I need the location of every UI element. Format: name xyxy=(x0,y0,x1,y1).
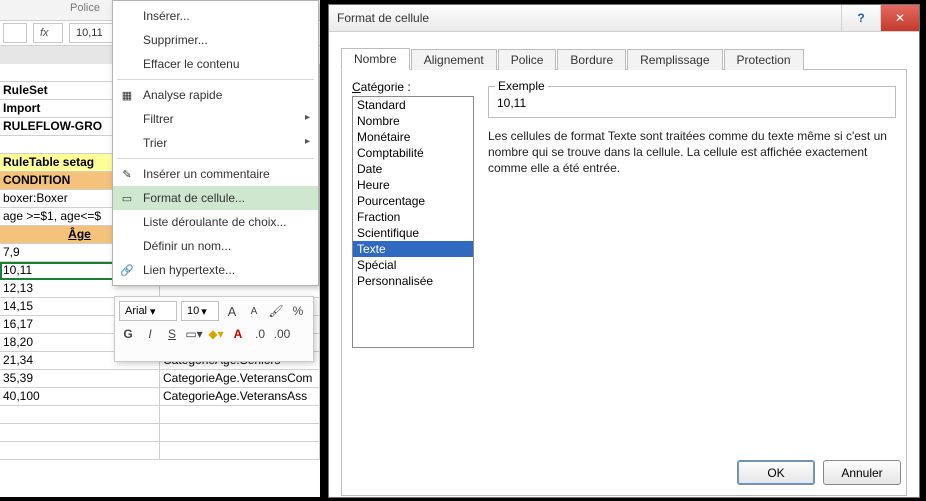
tab-nombre[interactable]: Nombre xyxy=(341,48,410,70)
border-button[interactable]: ▭▾ xyxy=(185,325,203,343)
menu-label: Analyse rapide xyxy=(143,88,222,102)
grow-font-icon[interactable]: A xyxy=(223,302,241,320)
row-40-100: 40,100CategorieAge.VeteransAss xyxy=(0,388,320,406)
menu-item[interactable]: Liste déroulante de choix... xyxy=(113,210,318,234)
menu-item[interactable]: 🔗 Lien hypertexte... xyxy=(113,258,318,282)
menu-icon xyxy=(119,214,135,230)
menu-icon xyxy=(119,135,135,151)
tab-police[interactable]: Police xyxy=(498,49,557,70)
decimal-more-icon[interactable]: .00 xyxy=(273,325,291,343)
decimal-less-icon[interactable]: .0 xyxy=(251,325,269,343)
format-cells-dialog: Format de cellule ? ✕ NombreAlignementPo… xyxy=(328,4,920,498)
close-button[interactable]: ✕ xyxy=(880,5,919,31)
menu-label: Filtrer xyxy=(143,112,174,126)
menu-label: Définir un nom... xyxy=(143,239,231,253)
category-option[interactable]: Pourcentage xyxy=(353,193,473,209)
menu-item[interactable]: Trier xyxy=(113,131,318,155)
ok-button[interactable]: OK xyxy=(737,460,815,485)
category-option[interactable]: Fraction xyxy=(353,209,473,225)
menu-icon: 🔗 xyxy=(119,262,135,278)
tab-panel-number: Catégorie : StandardNombreMonétaireCompt… xyxy=(341,69,907,496)
menu-item[interactable]: ✎ Insérer un commentaire xyxy=(113,162,318,186)
underline-button[interactable]: S xyxy=(163,325,181,343)
menu-item[interactable]: ▭ Format de cellule... xyxy=(113,186,318,210)
menu-label: Lien hypertexte... xyxy=(143,263,235,277)
menu-item[interactable]: ▦ Analyse rapide xyxy=(113,83,318,107)
category-option[interactable]: Heure xyxy=(353,177,473,193)
tab-bordure[interactable]: Bordure xyxy=(557,49,626,70)
category-option[interactable]: Spécial xyxy=(353,257,473,273)
format-painter-icon[interactable]: 🖌 xyxy=(267,302,285,320)
menu-label: Liste déroulante de choix... xyxy=(143,215,286,229)
mini-toolbar: Arial ▾ 10 ▾ A A 🖌 % G I S ▭▾ ◆▾ A .0 .0… xyxy=(114,296,314,362)
menu-icon xyxy=(119,238,135,254)
font-family-box[interactable]: Arial ▾ xyxy=(119,301,177,321)
help-button[interactable]: ? xyxy=(841,5,880,31)
category-option[interactable]: Texte xyxy=(353,241,473,257)
category-option[interactable]: Standard xyxy=(353,97,473,113)
context-menu: Insérer... Supprimer... Effacer le contenu… xyxy=(112,0,319,286)
menu-label: Trier xyxy=(143,136,167,150)
menu-icon xyxy=(119,8,135,24)
format-description: Les cellules de format Texte sont traité… xyxy=(488,128,896,177)
font-size-box[interactable]: 10 ▾ xyxy=(181,301,219,321)
tab-remplissage[interactable]: Remplissage xyxy=(627,49,722,70)
font-color-button[interactable]: A xyxy=(229,325,247,343)
menu-icon xyxy=(119,111,135,127)
category-listbox[interactable]: StandardNombreMonétaireComptabilitéDateH… xyxy=(352,96,474,348)
menu-label: Insérer... xyxy=(143,9,190,23)
menu-icon xyxy=(119,32,135,48)
category-option[interactable]: Date xyxy=(353,161,473,177)
menu-label: Insérer un commentaire xyxy=(143,167,270,181)
category-label: Catégorie : xyxy=(352,80,474,94)
category-option[interactable]: Personnalisée xyxy=(353,273,473,289)
bold-button[interactable]: G xyxy=(119,325,137,343)
menu-label: Supprimer... xyxy=(143,33,208,47)
category-option[interactable]: Nombre xyxy=(353,113,473,129)
menu-item[interactable]: Filtrer xyxy=(113,107,318,131)
menu-item[interactable]: Insérer... xyxy=(113,4,318,28)
menu-icon: ▦ xyxy=(119,87,135,103)
row-35-39: 35,39CategorieAge.VeteransCom xyxy=(0,370,320,388)
italic-button[interactable]: I xyxy=(141,325,159,343)
name-box[interactable] xyxy=(3,23,27,43)
category-option[interactable]: Scientifique xyxy=(353,225,473,241)
tab-alignement[interactable]: Alignement xyxy=(411,49,497,70)
fx-label[interactable]: fx xyxy=(33,23,63,43)
category-option[interactable]: Comptabilité xyxy=(353,145,473,161)
shrink-font-icon[interactable]: A xyxy=(245,302,263,320)
menu-label: Format de cellule... xyxy=(143,191,245,205)
menu-item[interactable]: Définir un nom... xyxy=(113,234,318,258)
example-value: 10,11 xyxy=(497,90,887,110)
menu-icon: ✎ xyxy=(119,166,135,182)
menu-icon: ▭ xyxy=(119,190,135,206)
dialog-tabs: NombreAlignementPoliceBordureRemplissage… xyxy=(329,32,919,69)
example-box: Exemple 10,11 xyxy=(488,86,896,118)
tab-protection[interactable]: Protection xyxy=(724,49,804,70)
category-option[interactable]: Monétaire xyxy=(353,129,473,145)
percent-icon[interactable]: % xyxy=(289,302,307,320)
dialog-title: Format de cellule xyxy=(329,11,841,25)
cancel-button[interactable]: Annuler xyxy=(823,460,901,485)
fill-color-button[interactable]: ◆▾ xyxy=(207,325,225,343)
menu-item[interactable]: Supprimer... xyxy=(113,28,318,52)
example-label: Exemple xyxy=(495,79,548,93)
ribbon-group-label: Police xyxy=(0,2,100,14)
menu-icon xyxy=(119,56,135,72)
menu-item[interactable]: Effacer le contenu xyxy=(113,52,318,76)
menu-label: Effacer le contenu xyxy=(143,57,240,71)
dialog-titlebar: Format de cellule ? ✕ xyxy=(329,5,919,32)
